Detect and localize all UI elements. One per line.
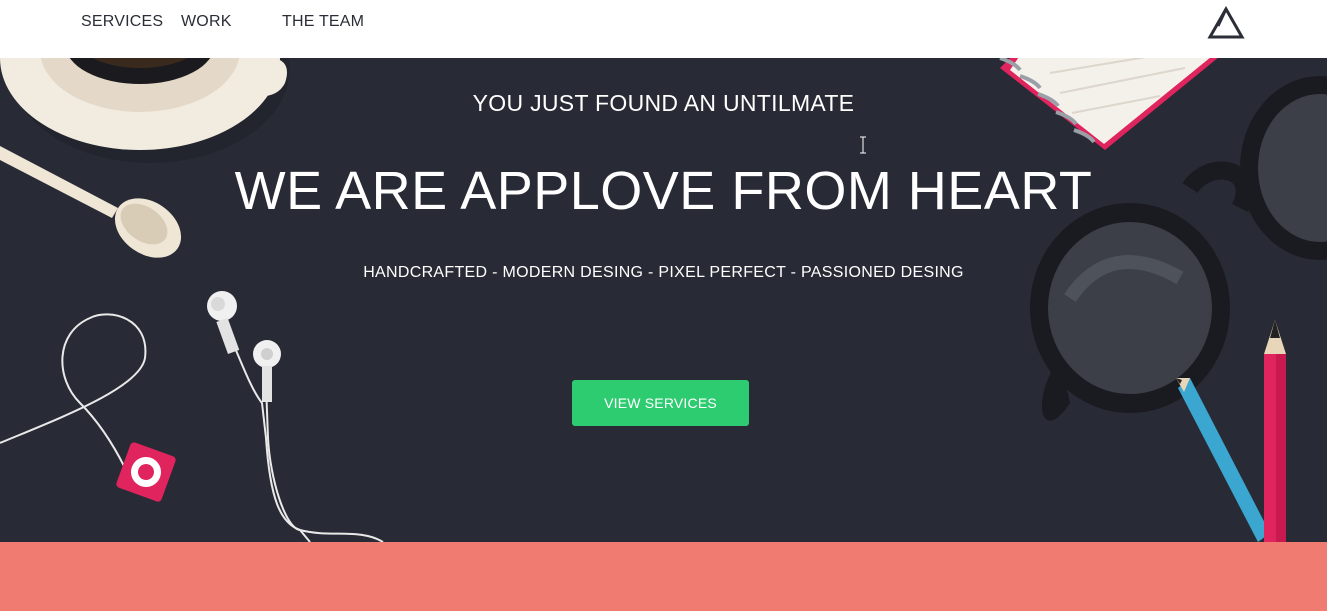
pencil-red-illustration — [1264, 320, 1286, 542]
coral-section — [0, 542, 1327, 611]
text-cursor-icon — [860, 136, 866, 154]
music-player-illustration — [116, 442, 176, 502]
hero-section: YOU JUST FOUND AN UNTILMATE WE ARE APPLO… — [0, 58, 1327, 542]
hero-subline: HANDCRAFTED - MODERN DESING - PIXEL PERF… — [363, 264, 964, 281]
top-navbar: SERVICES WORK THE TEAM — [0, 0, 1327, 58]
desk-illustration — [0, 58, 1327, 542]
hero-headline: WE ARE APPLOVE FROM HEART — [234, 161, 1093, 221]
earbud-right-illustration — [253, 340, 281, 402]
earbud-left-illustration — [207, 291, 240, 355]
nav-link-the-team[interactable]: THE TEAM — [282, 13, 364, 31]
nav-link-work[interactable]: WORK — [181, 13, 232, 31]
view-services-button[interactable]: VIEW SERVICES — [572, 380, 749, 426]
hero-tagline: YOU JUST FOUND AN UNTILMATE — [472, 90, 855, 116]
pencil-blue-illustration — [1176, 378, 1270, 542]
earphones-illustration — [0, 312, 384, 542]
nav-link-services[interactable]: SERVICES — [81, 13, 163, 31]
triangle-logo-icon[interactable] — [1207, 6, 1245, 40]
